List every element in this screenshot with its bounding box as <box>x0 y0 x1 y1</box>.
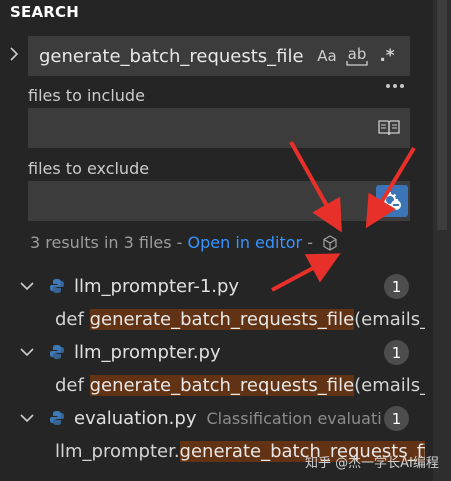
scrollbar-thumb[interactable] <box>437 0 447 230</box>
panel-title: SEARCH <box>10 3 79 21</box>
use-exclude-settings-icon[interactable] <box>376 185 408 217</box>
match-highlight: generate_batch_requests_file <box>89 308 355 330</box>
scrollbar-track[interactable] <box>433 0 451 481</box>
match-suffix: (emails_... <box>354 374 425 396</box>
match-count-badge: 1 <box>384 406 409 431</box>
files-to-include-input[interactable] <box>28 108 374 148</box>
toggle-search-details-icon[interactable] <box>383 78 407 94</box>
results-separator: - <box>302 233 319 252</box>
python-file-icon <box>48 343 66 361</box>
match-prefix: def <box>55 374 90 396</box>
search-input-box[interactable]: generate_batch_requests_file Aa ab .* <box>28 36 410 76</box>
chevron-down-icon[interactable] <box>18 409 36 427</box>
python-file-icon <box>48 409 66 427</box>
use-regex-label: .* <box>379 46 395 66</box>
file-name: llm_prompter.py <box>74 341 221 363</box>
match-whole-word-button[interactable]: ab <box>343 43 371 69</box>
files-to-include-box[interactable] <box>28 108 410 148</box>
open-in-editor-link[interactable]: Open in editor <box>188 233 303 252</box>
cube-icon[interactable] <box>322 234 338 251</box>
book-icon[interactable] <box>374 113 404 143</box>
use-regex-button[interactable]: .* <box>373 43 401 69</box>
python-file-icon <box>48 277 66 295</box>
results-count-text: 3 results in 3 files - <box>30 233 188 252</box>
match-highlight: generate_batch_requests_file <box>89 374 355 396</box>
chevron-down-icon[interactable] <box>18 277 36 295</box>
files-to-exclude-input[interactable] <box>28 181 376 221</box>
search-input[interactable]: generate_batch_requests_file <box>29 46 313 67</box>
match-whole-word-label: ab <box>347 44 367 63</box>
watermark: 知乎 @杰一学长AI编程 <box>305 456 439 471</box>
match-case-label: Aa <box>317 47 337 65</box>
match-count-badge: 1 <box>384 274 409 299</box>
files-to-include-label: files to include <box>28 86 145 105</box>
match-prefix: llm_prompter. <box>55 440 180 462</box>
files-to-exclude-box[interactable] <box>28 181 410 221</box>
match-count-badge: 1 <box>384 340 409 365</box>
results-summary: 3 results in 3 files - Open in editor - <box>30 233 338 252</box>
file-result-llm-prompter[interactable]: llm_prompter.py 1 <box>0 338 433 366</box>
match-suffix: (emails_... <box>354 308 425 330</box>
file-result-llm-prompter-1[interactable]: llm_prompter-1.py 1 <box>0 272 433 300</box>
match-line[interactable]: def generate_batch_requests_file (emails… <box>55 371 425 399</box>
files-to-exclude-label: files to exclude <box>28 159 150 178</box>
match-prefix: def <box>55 308 90 330</box>
chevron-down-icon[interactable] <box>18 343 36 361</box>
match-case-button[interactable]: Aa <box>313 43 341 69</box>
file-description: Classification evaluati... <box>206 408 383 428</box>
match-line[interactable]: def generate_batch_requests_file (emails… <box>55 305 425 333</box>
toggle-replace-chevron-icon[interactable] <box>6 44 22 64</box>
file-name: llm_prompter-1.py <box>74 275 240 297</box>
file-name: evaluation.py <box>74 407 197 429</box>
file-result-evaluation[interactable]: evaluation.py Classification evaluati...… <box>0 404 433 432</box>
